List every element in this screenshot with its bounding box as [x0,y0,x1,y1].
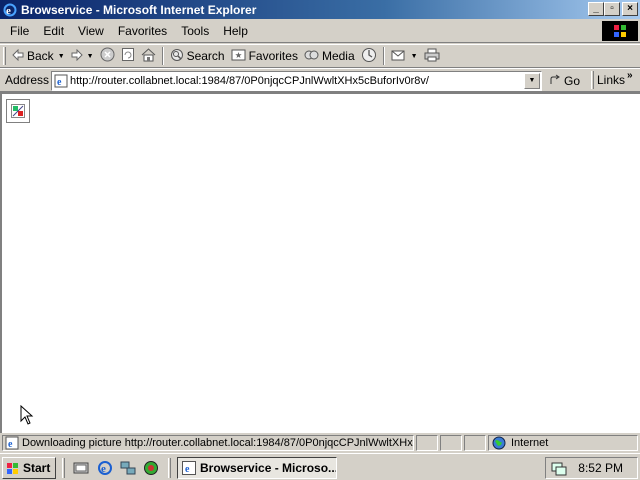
address-bar: Address e ▼ Go Links » [0,68,640,92]
show-desktop-icon[interactable] [72,459,90,477]
forward-dropdown-icon[interactable]: ▼ [87,53,94,60]
taskbar-button-browservice[interactable]: e Browservice - Microso... [177,457,337,479]
status-panel-progress [416,435,438,451]
page-icon: e [54,74,68,88]
address-input[interactable] [70,73,520,89]
favorites-label: Favorites [248,49,298,63]
media-label: Media [321,49,355,63]
print-button[interactable] [421,45,443,67]
links-chevron-icon[interactable]: » [627,70,633,81]
zone-label: Internet [511,437,549,449]
status-message-panel: e Downloading picture http://router.coll… [2,435,414,451]
go-label: Go [564,74,581,88]
status-bar: e Downloading picture http://router.coll… [0,433,640,453]
system-tray: 8:52 PM [545,457,638,479]
mail-button[interactable]: ▼ [388,45,421,67]
svg-text:e: e [6,5,11,17]
menu-help[interactable]: Help [216,21,255,41]
windows-flag-icon [6,462,20,475]
address-field[interactable]: e ▼ [51,71,542,91]
go-arrow-icon [549,74,561,89]
links-grip[interactable] [591,71,594,89]
internet-explorer-icon[interactable]: e [96,459,114,477]
search-icon [170,48,184,65]
task-label: Browservice - Microso... [200,461,337,475]
search-button[interactable]: Search [167,45,228,67]
loading-page-icon: e [5,436,19,450]
maximize-button[interactable]: ▫ [604,2,620,16]
menu-view[interactable]: View [71,21,111,41]
svg-text:e: e [8,439,13,450]
history-icon [361,47,377,66]
address-label: Address [5,73,50,87]
quicklaunch-grip[interactable] [62,458,65,478]
tasks-grip[interactable] [168,458,171,478]
minimize-button[interactable]: _ [588,2,604,16]
start-button[interactable]: Start [2,457,56,479]
history-button[interactable] [358,45,380,67]
windows-logo-icon [602,21,638,41]
standard-toolbar: Back ▼ ▼ Search Favorites Media ▼ [0,44,640,68]
forward-button[interactable]: ▼ [68,45,97,67]
window-title: Browservice - Microsoft Internet Explore… [21,2,257,17]
media-player-icon[interactable] [142,459,160,477]
address-dropdown-icon[interactable]: ▼ [524,73,540,89]
network-tray-icon[interactable] [550,460,568,476]
ie-task-icon: e [182,461,196,475]
close-button[interactable]: × [622,2,638,16]
back-label: Back [27,49,54,63]
favorites-icon [231,48,246,64]
page-content[interactable] [0,92,640,433]
back-arrow-icon [12,48,24,64]
toolbar-separator [382,47,385,65]
refresh-button[interactable] [118,45,138,67]
status-panel-privacy [464,435,486,451]
favorites-button[interactable]: Favorites [228,45,301,67]
status-text: Downloading picture http://router.collab… [22,437,414,449]
stop-button[interactable] [97,45,118,67]
svg-text:e: e [101,463,106,475]
home-button[interactable] [138,45,159,67]
broken-image-icon[interactable] [6,99,30,123]
start-label: Start [23,461,51,475]
back-dropdown-icon[interactable]: ▼ [58,53,65,60]
media-button[interactable]: Media [301,45,358,67]
security-zone-panel[interactable]: Internet [488,435,638,451]
clock[interactable]: 8:52 PM [578,461,623,475]
menu-file[interactable]: File [3,21,36,41]
taskbar: Start e e Browservice - Microso... 8:52 … [0,453,640,480]
toolbar-grip[interactable] [3,47,6,65]
mail-dropdown-icon[interactable]: ▼ [411,53,418,60]
menu-edit[interactable]: Edit [36,21,71,41]
links-label[interactable]: Links [597,73,625,87]
status-panel-secure [440,435,462,451]
back-button[interactable]: Back ▼ [9,45,68,67]
globe-icon [492,436,506,450]
stop-icon [100,47,115,65]
media-icon [304,48,319,65]
refresh-icon [121,47,135,65]
go-button[interactable]: Go [549,72,580,90]
forward-arrow-icon [71,48,83,64]
svg-text:e: e [57,77,62,88]
menu-bar: File Edit View Favorites Tools Help [0,19,640,43]
network-icon[interactable] [119,459,137,477]
toolbar-separator [161,47,164,65]
ie-logo-icon: e [2,2,18,18]
print-icon [424,48,440,65]
title-bar[interactable]: e Browservice - Microsoft Internet Explo… [0,0,640,19]
menu-tools[interactable]: Tools [174,21,216,41]
search-label: Search [186,49,225,63]
menu-favorites[interactable]: Favorites [111,21,174,41]
mail-icon [391,48,407,65]
mouse-cursor-icon [20,404,34,428]
home-icon [141,47,156,65]
svg-text:e: e [185,464,190,475]
